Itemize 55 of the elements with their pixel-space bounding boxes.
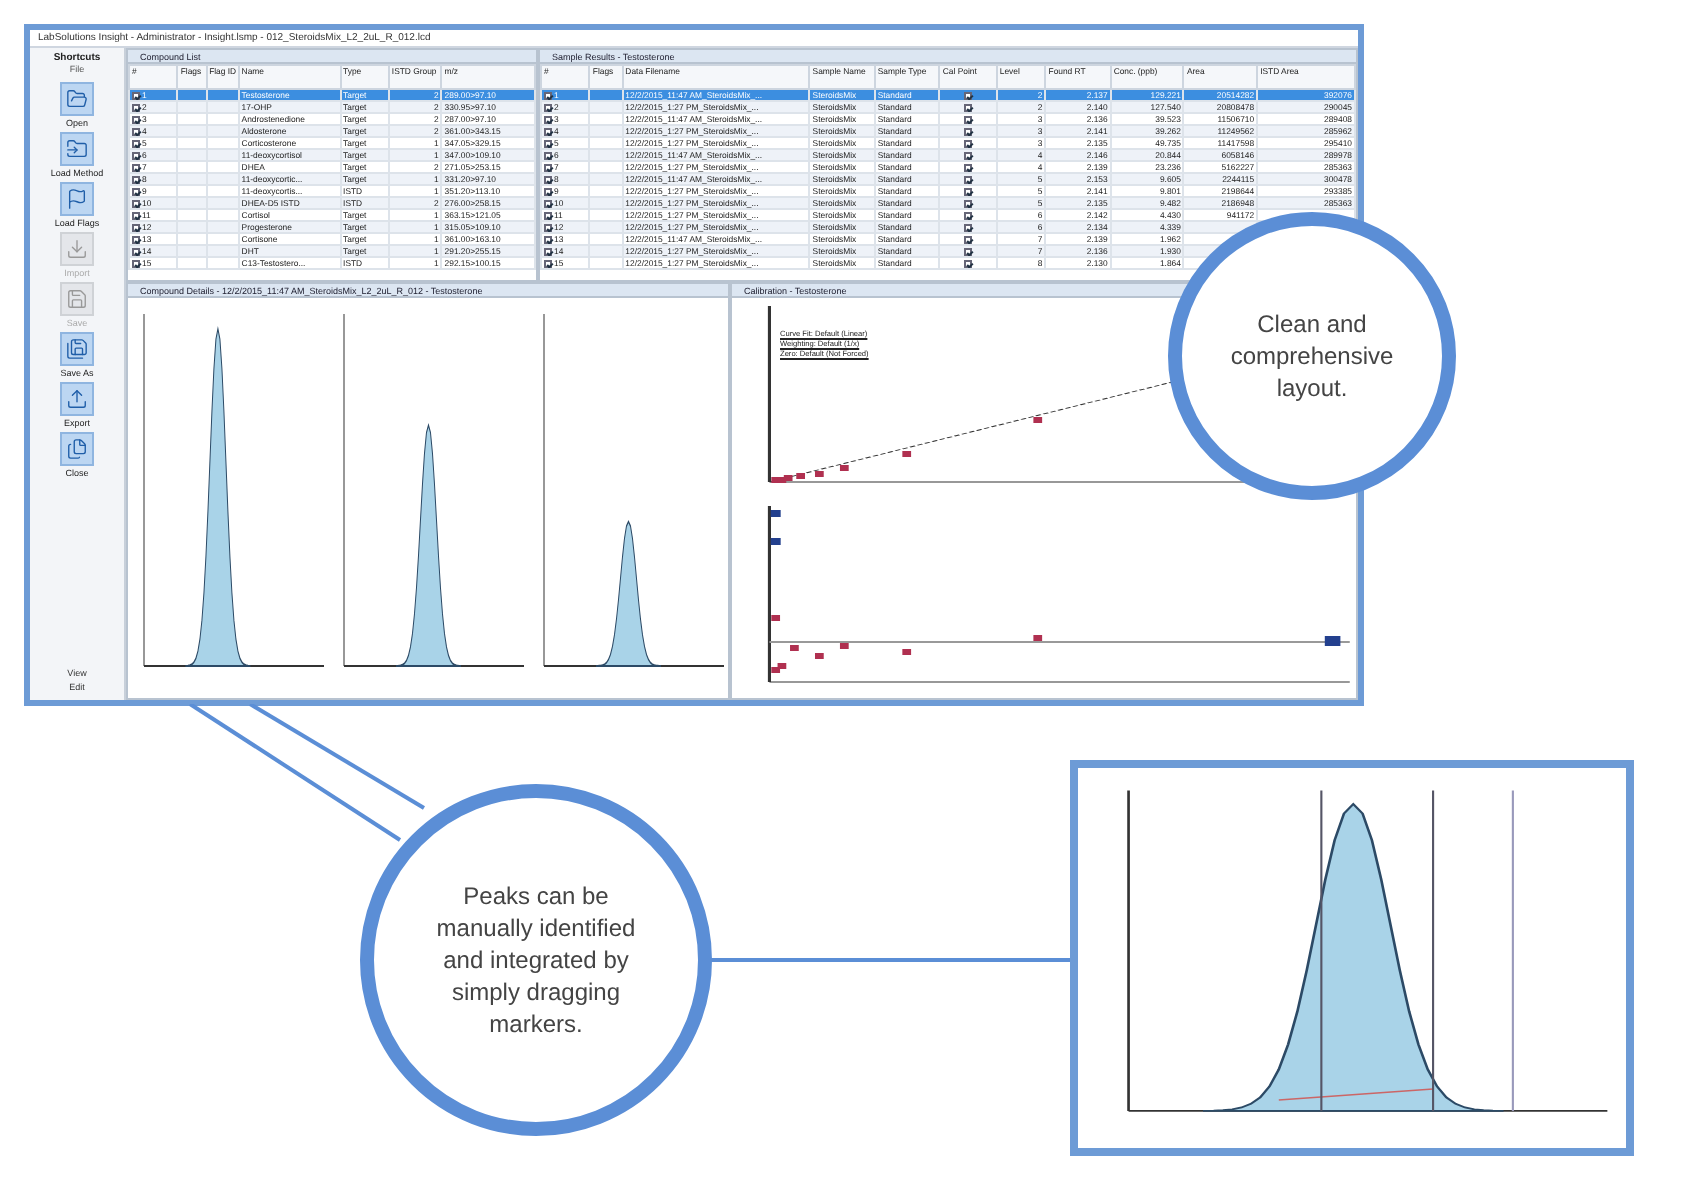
cal-point-checkbox[interactable] — [963, 151, 972, 159]
row-checkbox[interactable] — [544, 199, 552, 207]
row-checkbox[interactable] — [544, 247, 552, 255]
cal-point-checkbox[interactable] — [963, 139, 972, 147]
row-checkbox[interactable] — [544, 223, 552, 231]
row-checkbox[interactable] — [132, 199, 140, 207]
row-checkbox[interactable] — [544, 187, 552, 195]
row-checkbox[interactable] — [544, 103, 552, 111]
row-checkbox[interactable] — [132, 247, 140, 255]
row-checkbox[interactable] — [544, 211, 552, 219]
cal-point-checkbox[interactable] — [963, 115, 972, 123]
save-icon — [66, 288, 88, 310]
row-checkbox[interactable] — [544, 163, 552, 171]
row-checkbox[interactable] — [132, 259, 140, 267]
flag-icon — [65, 188, 88, 210]
row-checkbox[interactable] — [132, 151, 140, 159]
row-checkbox[interactable] — [132, 127, 140, 135]
cal-point-checkbox[interactable] — [963, 91, 972, 99]
cal-point-checkbox[interactable] — [963, 103, 972, 111]
row-checkbox[interactable] — [544, 175, 552, 183]
row-checkbox[interactable] — [544, 127, 552, 135]
row-checkbox[interactable] — [544, 139, 552, 147]
cal-point-checkbox[interactable] — [963, 163, 972, 171]
folder-arrow-icon — [66, 138, 88, 160]
row-checkbox[interactable] — [132, 115, 140, 123]
cal-point-checkbox[interactable] — [963, 187, 972, 195]
row-checkbox[interactable] — [132, 139, 140, 147]
callout-text: Peaks can be manually identified and integrated by simply dragging markers. — [434, 880, 638, 1040]
cal-point-checkbox[interactable] — [963, 199, 972, 207]
row-checkbox[interactable] — [544, 91, 552, 99]
cal-point-checkbox[interactable] — [963, 235, 972, 243]
row-checkbox[interactable] — [544, 151, 552, 159]
row-checkbox[interactable] — [132, 211, 140, 219]
cal-point-checkbox[interactable] — [963, 211, 972, 219]
row-checkbox[interactable] — [132, 187, 140, 195]
row-checkbox[interactable] — [544, 259, 552, 267]
save-icon — [66, 338, 88, 360]
folder-icon — [66, 88, 88, 110]
row-checkbox[interactable] — [132, 103, 140, 111]
cal-point-checkbox[interactable] — [963, 223, 972, 231]
download-icon — [66, 238, 88, 260]
row-checkbox[interactable] — [132, 235, 140, 243]
row-checkbox[interactable] — [132, 175, 140, 183]
cal-point-checkbox[interactable] — [963, 259, 972, 267]
cal-point-checkbox[interactable] — [963, 175, 972, 183]
row-checkbox[interactable] — [544, 115, 552, 123]
documents-icon — [66, 438, 88, 460]
row-checkbox[interactable] — [132, 163, 140, 171]
row-checkbox[interactable] — [544, 235, 552, 243]
row-checkbox[interactable] — [132, 91, 140, 99]
export-icon — [66, 388, 88, 410]
row-checkbox[interactable] — [132, 223, 140, 231]
callout-text: Clean and comprehensive layout. — [1228, 308, 1396, 404]
cal-point-checkbox[interactable] — [963, 247, 972, 255]
cal-point-checkbox[interactable] — [963, 127, 972, 135]
